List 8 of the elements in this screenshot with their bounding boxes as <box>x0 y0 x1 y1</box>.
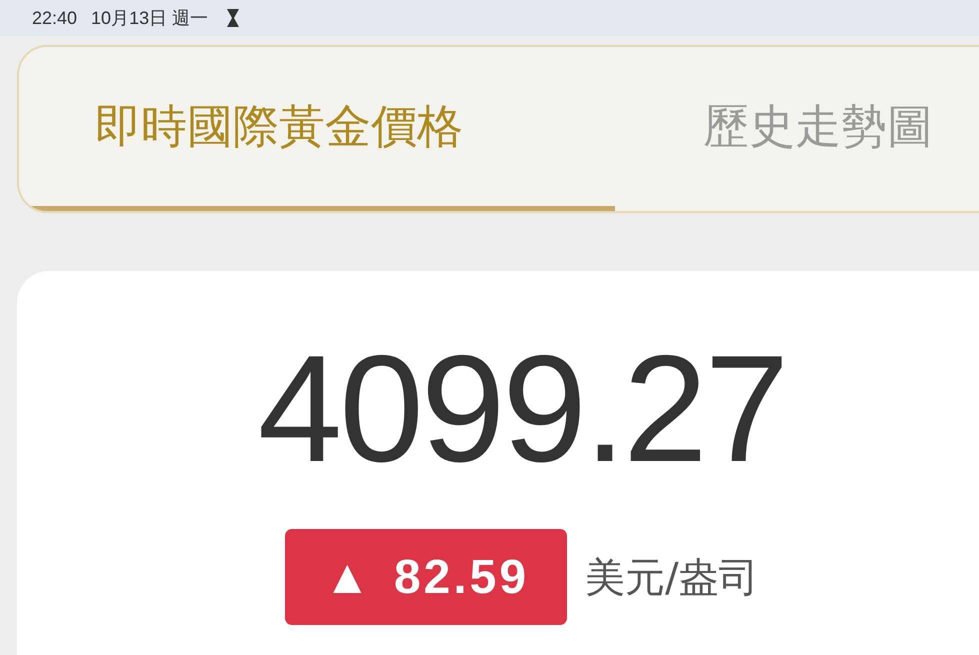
tab[interactable]: 即時國際黃金價格 <box>19 47 615 211</box>
status-time: 22:40 <box>32 8 78 28</box>
price-change-badge: ▲ 82.59 <box>285 529 568 625</box>
price-unit: 美元/盎司 <box>585 554 759 602</box>
price-value: 4099.27 <box>258 333 786 485</box>
tab[interactable]: 歷史走勢圖 <box>615 47 933 211</box>
status-date: 10月13日 週一 <box>91 7 208 30</box>
hourglass-icon <box>226 8 240 28</box>
